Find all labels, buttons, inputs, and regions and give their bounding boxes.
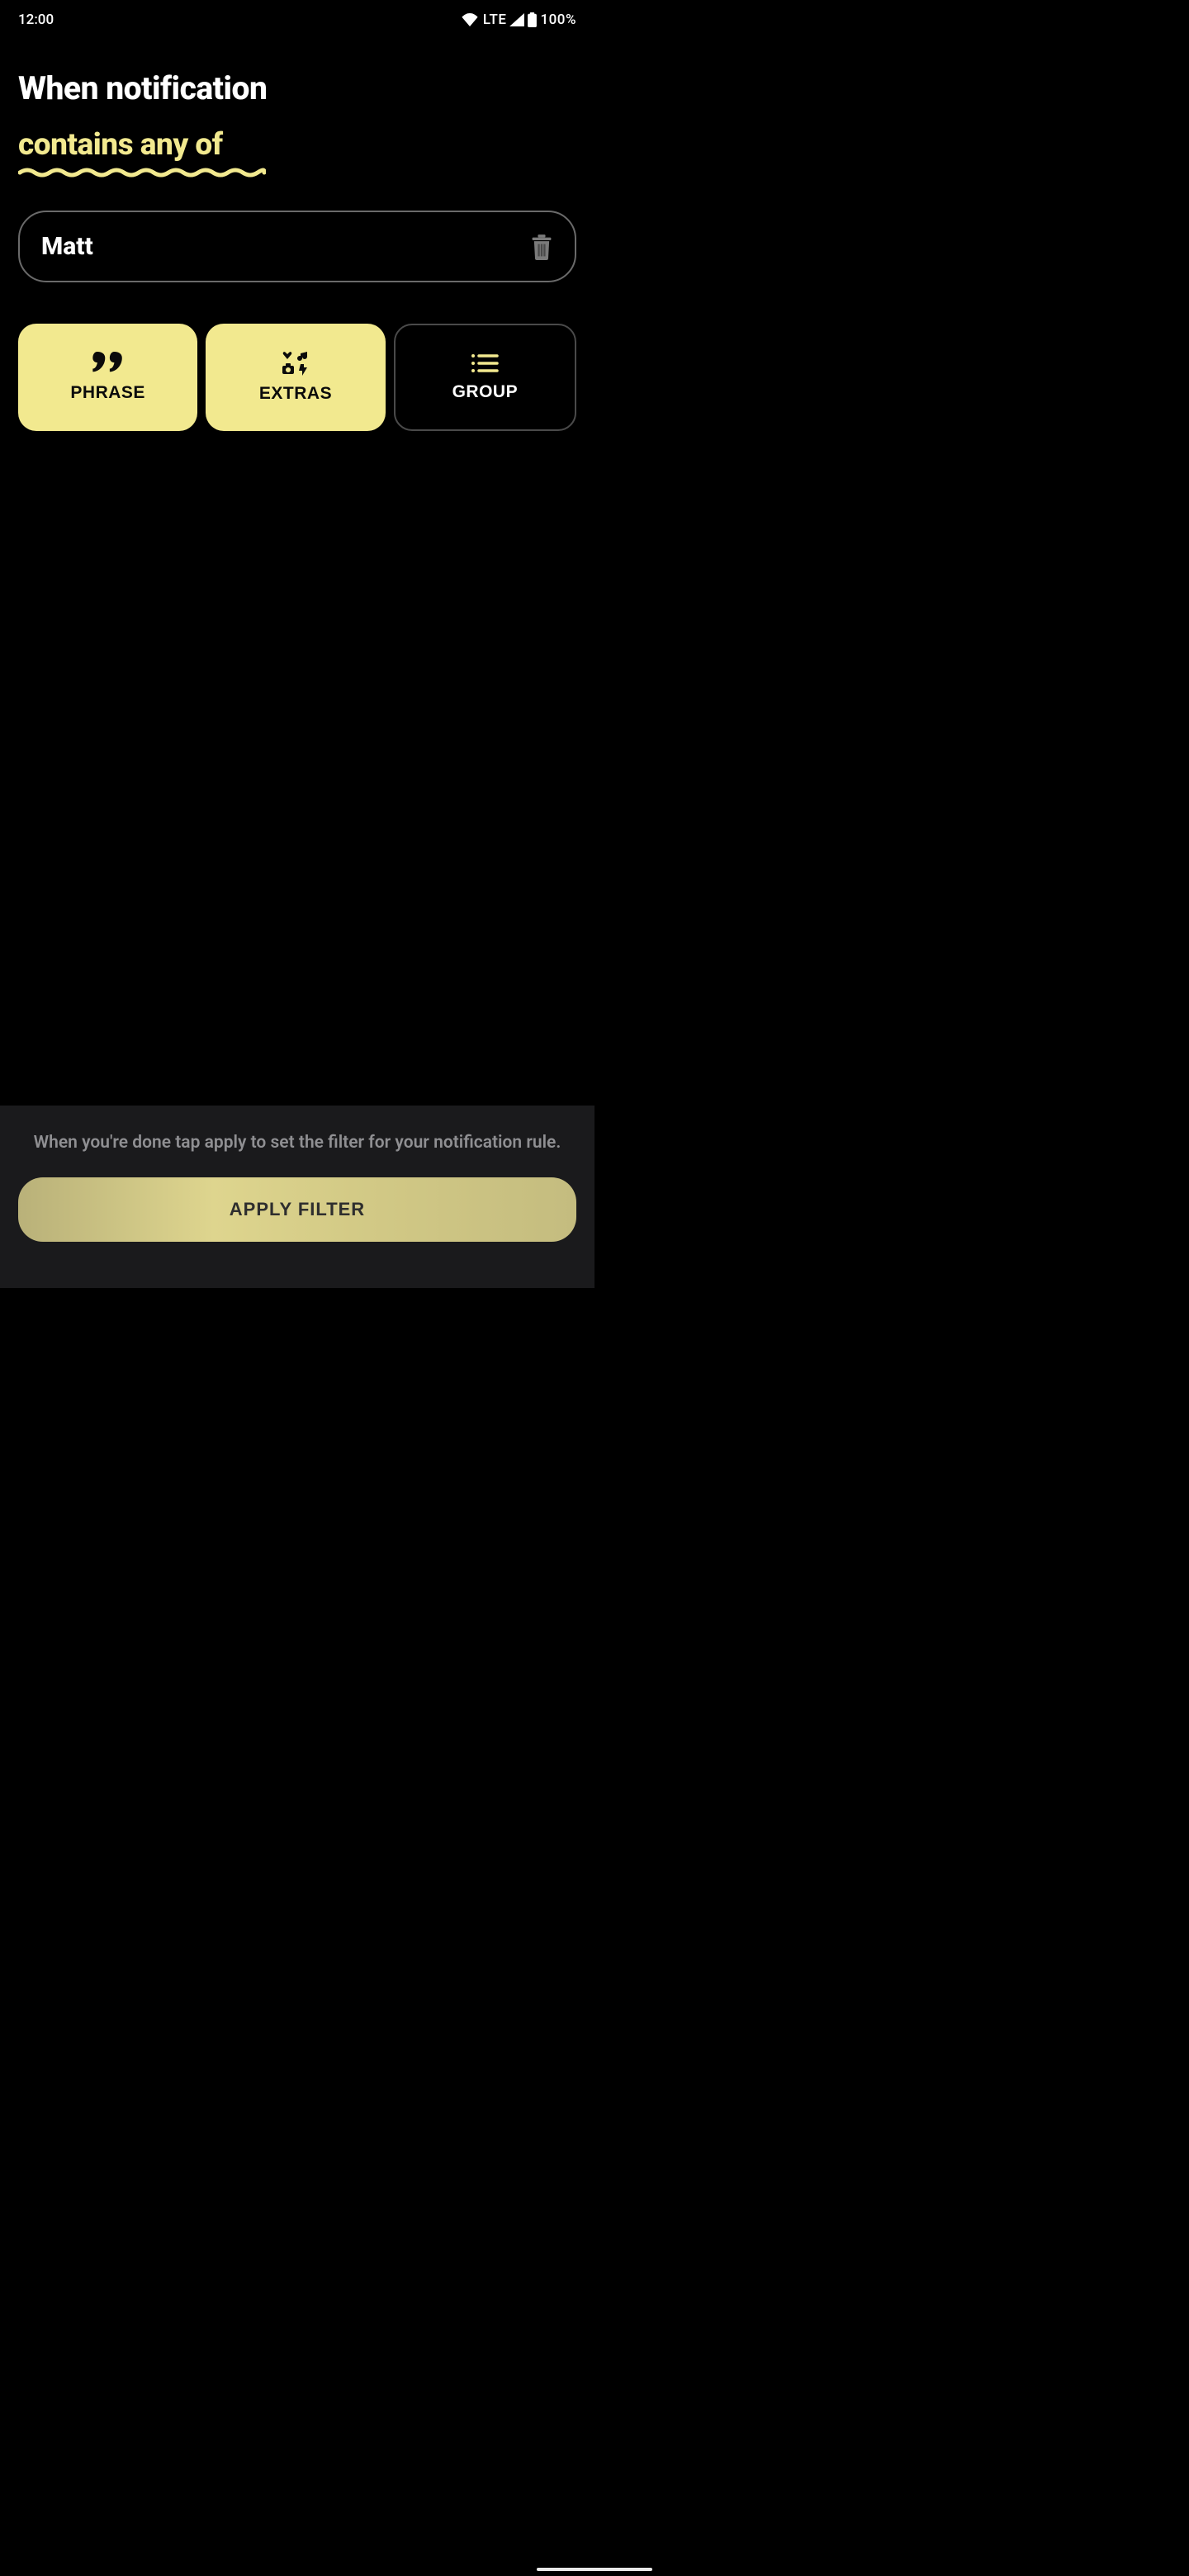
footer-hint: When you're done tap apply to set the fi… [18,1130,576,1157]
phrase-button[interactable]: PHRASE [18,324,197,431]
page-title: When notification [18,69,576,107]
condition-label: contains any of [18,127,223,163]
cellular-icon [509,13,524,26]
battery-label: 100% [540,12,576,28]
quote-icon [92,352,124,375]
group-label: GROUP [452,382,519,402]
battery-icon [528,12,537,27]
squiggle-underline-icon [18,168,266,178]
extras-label: EXTRAS [259,384,332,404]
network-label: LTE [483,12,507,28]
home-indicator[interactable] [537,2568,652,2571]
phrase-label: PHRASE [70,383,145,403]
wifi-icon [462,13,478,26]
status-indicators: LTE 100% [462,12,576,28]
main-content: When notification contains any of Matt [0,36,594,1106]
keyword-text: Matt [41,232,93,261]
status-time: 12:00 [18,12,54,28]
status-bar: 12:00 LTE 100% [0,0,594,36]
trash-icon [530,234,553,260]
keyword-chip[interactable]: Matt [18,211,576,282]
list-icon [471,353,499,374]
condition-selector[interactable]: contains any of [18,127,266,178]
apply-filter-button[interactable]: APPLY FILTER [18,1177,576,1242]
footer: When you're done tap apply to set the fi… [0,1106,594,1289]
extras-icon [281,351,310,376]
group-button[interactable]: GROUP [394,324,576,431]
filter-type-row: PHRASE EXTRAS [18,324,576,431]
delete-keyword-button[interactable] [530,234,553,260]
extras-button[interactable]: EXTRAS [206,324,385,431]
